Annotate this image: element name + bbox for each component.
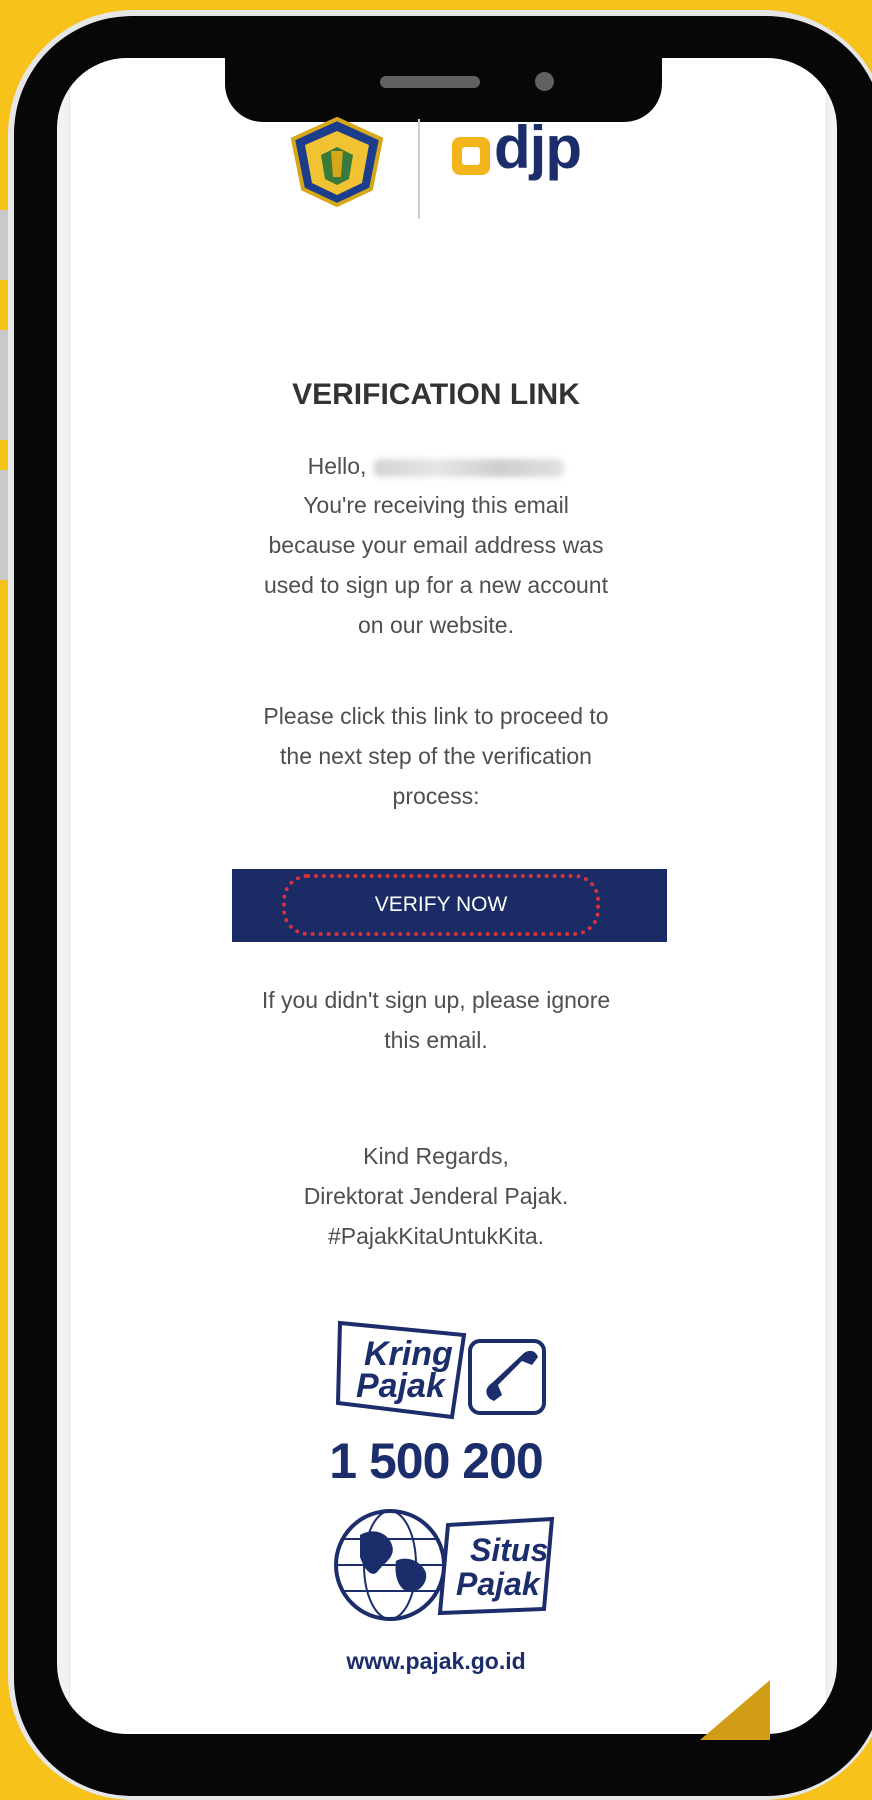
kemenkeu-emblem-logo [290,117,384,207]
proceed-line: Please click this link to proceed to [263,703,609,729]
situs-pajak-text-line2: Pajak [456,1566,542,1602]
email-title: VERIFICATION LINK [292,378,580,411]
djp-logo-mark [452,137,490,175]
intro-paragraph: You're receiving this email because your… [0,485,872,645]
kring-pajak-text-line2: Pajak [356,1367,447,1405]
website-url: www.pajak.go.id [346,1648,526,1674]
greeting-text: Hello, [307,453,367,479]
redacted-recipient-name [374,458,565,477]
regards-line: Kind Regards, [363,1143,509,1169]
hotline-number: 1 500 200 [329,1433,543,1489]
verify-now-button[interactable]: VERIFY NOW [282,874,600,936]
ignore-paragraph: If you didn't sign up, please ignore thi… [0,980,872,1060]
logo-divider [418,119,420,219]
verify-button-band[interactable]: VERIFY NOW [232,869,667,942]
regards-paragraph: Kind Regards, Direktorat Jenderal Pajak.… [0,1136,872,1256]
speaker-grille [380,76,480,88]
camera-dot [535,72,554,91]
intro-line: on our website. [358,612,514,638]
corner-decoration [700,1680,770,1740]
greeting-line: Hello, [0,446,872,486]
intro-line: used to sign up for a new account [264,572,608,598]
regards-line: #PajakKitaUntukKita. [327,1223,545,1249]
ignore-line: this email. [384,1027,488,1053]
intro-line: You're receiving this email [303,492,569,518]
globe-icon [334,1509,446,1621]
situs-pajak-logo: Situs Pajak [334,1509,555,1621]
situs-pajak-text-line1: Situs [470,1532,548,1568]
proceed-line: process: [392,783,480,809]
email-header-logos: djp [0,105,872,219]
regards-line: Direktorat Jenderal Pajak. [303,1183,569,1209]
kring-pajak-logo: Kring Pajak [335,1320,546,1420]
djp-logo-text: djp [494,114,582,181]
proceed-line: the next step of the verification [280,743,592,769]
proceed-paragraph: Please click this link to proceed to the… [0,696,872,816]
djp-logo: djp [452,114,612,191]
ignore-line: If you didn't sign up, please ignore [261,987,611,1013]
intro-line: because your email address was [268,532,604,558]
